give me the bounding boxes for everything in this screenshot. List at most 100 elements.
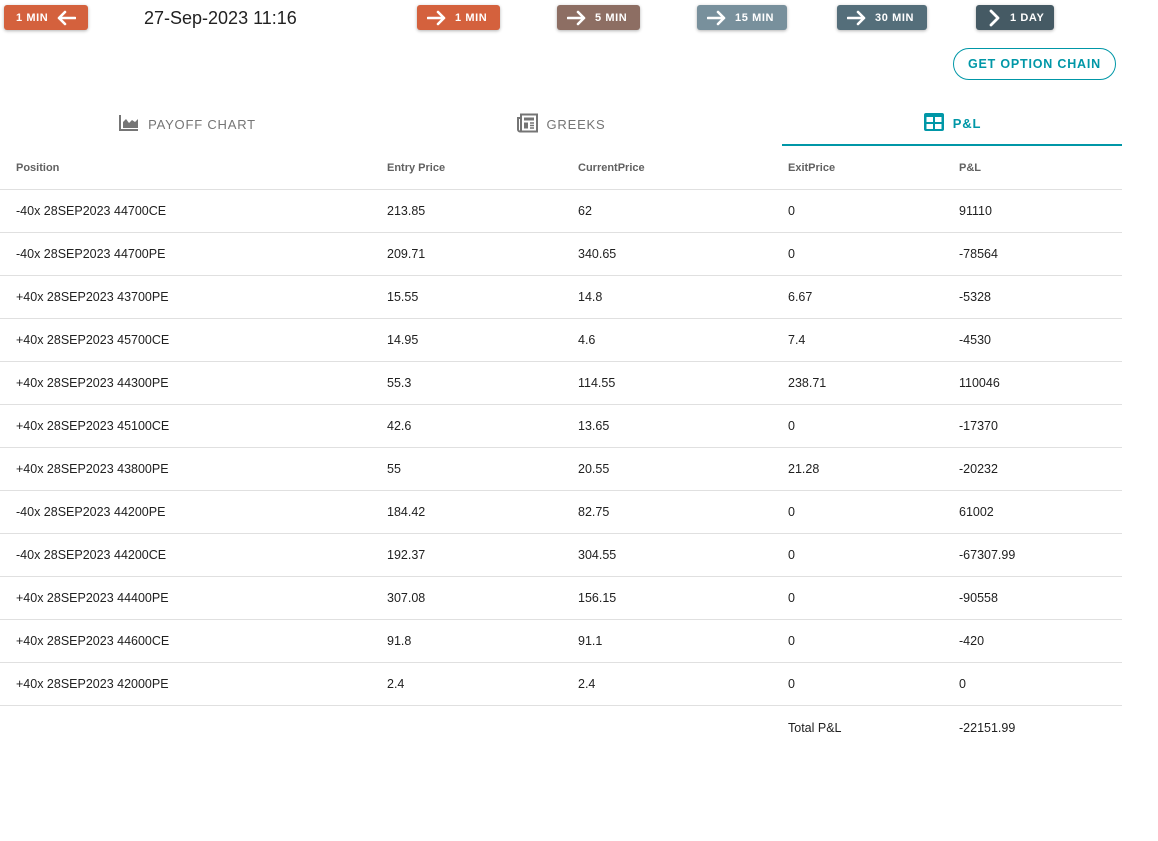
cell-position: +40x 28SEP2023 42000PE	[16, 677, 169, 691]
cell-position: +40x 28SEP2023 45100CE	[16, 419, 170, 433]
cell-current-price: 14.8	[578, 290, 603, 304]
cell-position: +40x 28SEP2023 44600CE	[16, 634, 170, 648]
header-pnl: P&L	[959, 161, 981, 174]
cell-position: +40x 28SEP2023 44400PE	[16, 591, 169, 605]
chevron-right-icon	[988, 9, 1000, 27]
cell-entry-price: 91.8	[387, 634, 412, 648]
tab-label: PAYOFF CHART	[148, 116, 256, 132]
table-row: -40x 28SEP2023 44200CE 192.37 304.55 0 -…	[0, 534, 1122, 577]
cell-current-price: 114.55	[578, 376, 616, 390]
forward-15min-button[interactable]: 15 MIN	[697, 5, 787, 30]
back-1min-button[interactable]: 1 MIN	[4, 5, 88, 30]
header-entry-price: Entry Price	[387, 161, 446, 174]
cell-exit-price: 0	[788, 634, 795, 648]
arrow-right-icon	[707, 10, 727, 26]
table-row: +40x 28SEP2023 43800PE 55 20.55 21.28 -2…	[0, 448, 1122, 491]
forward-button-label: 30 MIN	[875, 11, 915, 24]
total-row: Total P&L -22151.99	[0, 706, 1122, 749]
back-button-label: 1 MIN	[16, 11, 49, 24]
arrow-right-icon	[847, 10, 867, 26]
cell-current-price: 156.15	[578, 591, 617, 605]
tab-greeks[interactable]: GREEKS	[374, 102, 748, 146]
cell-entry-price: 55.3	[387, 376, 412, 390]
cell-current-price: 4.6	[578, 333, 596, 347]
table-row: -40x 28SEP2023 44700PE 209.71 340.65 0 -…	[0, 233, 1122, 276]
arrow-left-icon	[56, 10, 77, 26]
total-pnl-value: -22151.99	[959, 720, 1016, 735]
forward-30min-button[interactable]: 30 MIN	[837, 5, 927, 30]
cell-entry-price: 184.42	[387, 505, 426, 519]
cell-exit-price: 0	[788, 247, 795, 261]
header-exit-price: ExitPrice	[788, 161, 836, 174]
cell-pnl: 0	[959, 677, 966, 691]
forward-1day-button[interactable]: 1 DAY	[976, 5, 1054, 30]
cell-exit-price: 0	[788, 548, 795, 562]
arrow-right-icon	[427, 10, 447, 26]
cell-entry-price: 55	[387, 462, 401, 476]
header-position: Position	[16, 161, 60, 174]
forward-1min-button[interactable]: 1 MIN	[417, 5, 500, 30]
cell-pnl: -17370	[959, 419, 998, 433]
option-chain-label: GET OPTION CHAIN	[968, 57, 1101, 71]
cell-pnl: -420	[959, 634, 985, 648]
cell-exit-price: 0	[788, 204, 795, 218]
cell-position: -40x 28SEP2023 44700PE	[16, 247, 166, 261]
cell-exit-price: 0	[788, 505, 795, 519]
cell-entry-price: 213.85	[387, 204, 426, 218]
table-row: -40x 28SEP2023 44700CE 213.85 62 0 91110	[0, 190, 1122, 233]
cell-exit-price: 238.71	[788, 376, 827, 390]
get-option-chain-button[interactable]: GET OPTION CHAIN	[953, 48, 1116, 80]
cell-current-price: 62	[578, 204, 592, 218]
tab-label: GREEKS	[546, 116, 606, 132]
table-row: +40x 28SEP2023 42000PE 2.4 2.4 0 0	[0, 663, 1122, 706]
table-row: +40x 28SEP2023 44300PE 55.3 114.55 238.7…	[0, 362, 1122, 405]
cell-current-price: 82.75	[578, 505, 610, 519]
cell-position: +40x 28SEP2023 45700CE	[16, 333, 170, 347]
cell-exit-price: 21.28	[788, 462, 820, 476]
total-pnl-label: Total P&L	[788, 720, 842, 735]
cell-entry-price: 2.4	[387, 677, 405, 691]
header-current-price: CurrentPrice	[578, 161, 645, 174]
cell-position: -40x 28SEP2023 44200CE	[16, 548, 167, 562]
cell-position: +40x 28SEP2023 44300PE	[16, 376, 169, 390]
newspaper-icon	[516, 113, 547, 136]
cell-exit-price: 6.67	[788, 290, 813, 304]
cell-entry-price: 209.71	[387, 247, 426, 261]
cell-pnl: 91110	[959, 204, 992, 218]
cell-pnl: -20232	[959, 462, 998, 476]
cell-position: +40x 28SEP2023 43700PE	[16, 290, 169, 304]
cell-exit-price: 0	[788, 677, 795, 691]
cell-pnl: -67307.99	[959, 548, 1016, 562]
forward-button-label: 1 DAY	[1010, 11, 1045, 24]
forward-button-label: 15 MIN	[735, 11, 775, 24]
tab-payoff-chart[interactable]: PAYOFF CHART	[0, 102, 374, 146]
forward-button-label: 5 MIN	[595, 11, 628, 24]
table-icon	[923, 112, 953, 135]
cell-entry-price: 14.95	[387, 333, 419, 347]
cell-exit-price: 0	[788, 419, 795, 433]
tab-pnl[interactable]: P&L	[782, 102, 1122, 146]
cell-entry-price: 15.55	[387, 290, 419, 304]
cell-entry-price: 42.6	[387, 419, 412, 433]
table-header-row: Position Entry Price CurrentPrice ExitPr…	[0, 146, 1122, 190]
cell-exit-price: 0	[788, 591, 795, 605]
cell-position: -40x 28SEP2023 44700CE	[16, 204, 167, 218]
cell-current-price: 2.4	[578, 677, 596, 691]
pnl-table: Position Entry Price CurrentPrice ExitPr…	[0, 146, 1122, 749]
cell-current-price: 340.65	[578, 247, 617, 261]
area-chart-icon	[118, 113, 148, 136]
cell-entry-price: 307.08	[387, 591, 426, 605]
forward-5min-button[interactable]: 5 MIN	[557, 5, 640, 30]
table-row: +40x 28SEP2023 45100CE 42.6 13.65 0 -173…	[0, 405, 1122, 448]
forward-button-label: 1 MIN	[455, 11, 488, 24]
cell-exit-price: 7.4	[788, 333, 806, 347]
tab-label: P&L	[952, 115, 982, 131]
table-row: -40x 28SEP2023 44200PE 184.42 82.75 0 61…	[0, 491, 1122, 534]
arrow-right-icon	[567, 10, 587, 26]
cell-current-price: 20.55	[578, 462, 610, 476]
current-datetime: 27-Sep-2023 11:16	[144, 8, 297, 28]
cell-pnl: -78564	[959, 247, 998, 261]
cell-current-price: 13.65	[578, 419, 610, 433]
cell-position: -40x 28SEP2023 44200PE	[16, 505, 166, 519]
cell-position: +40x 28SEP2023 43800PE	[16, 462, 169, 476]
